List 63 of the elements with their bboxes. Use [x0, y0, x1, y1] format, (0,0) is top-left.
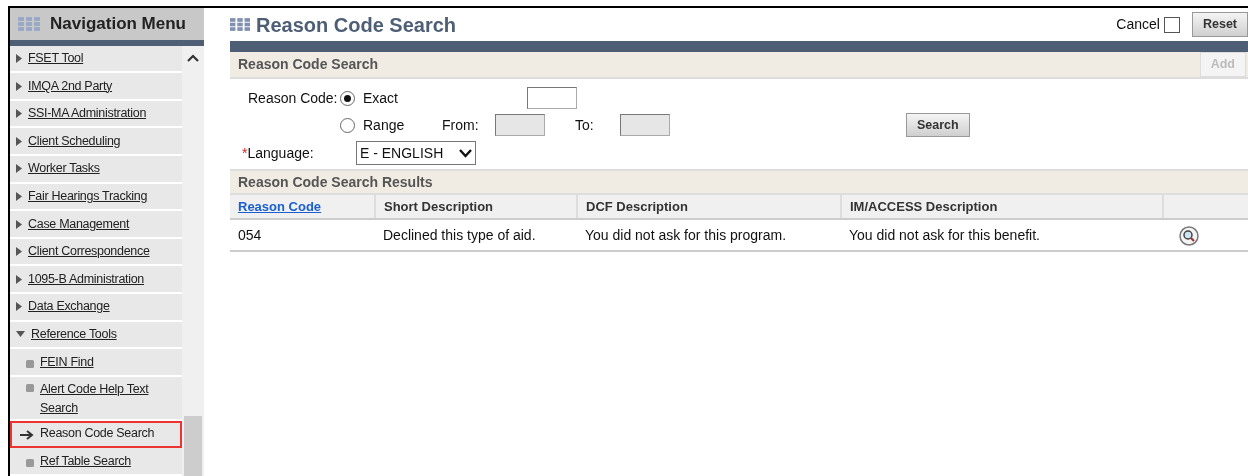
triangle-right-icon — [16, 191, 22, 201]
nav-link[interactable]: Data Exchange — [28, 297, 110, 317]
grid-icon — [18, 17, 40, 32]
field-label: From: — [442, 115, 480, 135]
triangle-right-icon — [16, 274, 22, 284]
grid-icon — [230, 18, 250, 31]
reset-button[interactable]: Reset — [1191, 12, 1248, 37]
nav-link[interactable]: IMQA 2nd Party — [28, 76, 113, 96]
triangle-right-icon — [16, 136, 22, 146]
navigation-title: Navigation Menu — [50, 13, 186, 36]
bullet-icon — [26, 360, 34, 368]
nav-link[interactable]: Client Correspondence — [28, 242, 150, 261]
scrollbar[interactable] — [182, 45, 204, 476]
nav-link[interactable]: Ref Table Search — [40, 451, 131, 471]
table-cell: 054 — [238, 226, 262, 243]
field-label: To: — [575, 115, 595, 135]
nav-link[interactable]: FSET Tool — [28, 49, 84, 68]
arrow-right-icon — [20, 429, 34, 440]
magnifier-icon[interactable] — [1179, 225, 1199, 246]
nav-link[interactable]: Fair Hearings Tracking — [28, 187, 148, 206]
search-button[interactable]: Search — [906, 112, 970, 138]
radio-option[interactable]: Range — [340, 114, 432, 136]
nav-link[interactable]: Alert Code Help Text Search — [40, 379, 182, 418]
triangle-right-icon — [16, 81, 22, 91]
nav-link[interactable]: Worker Tasks — [28, 159, 100, 179]
cancel-label: Cancel — [1116, 15, 1160, 34]
triangle-right-icon — [16, 302, 22, 312]
selected-nav-item[interactable]: Reason Code Search — [10, 420, 182, 449]
section-title: Reason Code Search Results — [238, 172, 433, 192]
required-mark: * — [242, 144, 248, 161]
language-select[interactable]: E - ENGLISH — [356, 141, 476, 165]
nav-link[interactable]: Reference Tools — [31, 325, 117, 344]
column-header: Short Description — [384, 198, 494, 214]
scroll-up-icon[interactable] — [187, 53, 199, 62]
table-cell: Declined this type of aid. — [383, 226, 536, 243]
input-field[interactable] — [620, 114, 670, 136]
input-field[interactable] — [527, 87, 577, 109]
bullet-icon — [26, 383, 34, 392]
nav-link[interactable]: Case Management — [28, 214, 130, 234]
table-cell: You did not ask for this program. — [585, 226, 787, 243]
nav-link[interactable]: 1095-B Administration — [28, 269, 144, 289]
field-label: Reason Code: — [248, 88, 339, 108]
triangle-right-icon — [16, 247, 22, 257]
page-title: Reason Code Search — [256, 12, 457, 38]
scroll-thumb[interactable] — [184, 416, 202, 476]
column-header: DCF Description — [586, 198, 688, 214]
bullet-icon — [26, 459, 34, 468]
chevron-down-icon — [459, 148, 472, 158]
radio-option[interactable]: Exact — [340, 87, 432, 109]
cancel-checkbox[interactable] — [1163, 16, 1180, 33]
input-field[interactable] — [495, 114, 545, 136]
triangle-right-icon — [16, 54, 22, 63]
triangle-right-icon — [16, 109, 22, 119]
section-title: Reason Code Search — [238, 55, 379, 74]
triangle-right-icon — [16, 219, 22, 229]
triangle-down-icon — [16, 331, 25, 338]
field-label: Language: — [247, 144, 314, 161]
nav-link[interactable]: FEIN Find — [40, 352, 94, 372]
column-header: IM/ACCESS Description — [850, 198, 998, 214]
triangle-right-icon — [16, 164, 22, 174]
nav-link[interactable]: SSI-MA Administration — [28, 104, 147, 124]
table-cell: You did not ask for this benefit. — [849, 226, 1040, 243]
nav-link[interactable]: Client Scheduling — [28, 131, 121, 151]
